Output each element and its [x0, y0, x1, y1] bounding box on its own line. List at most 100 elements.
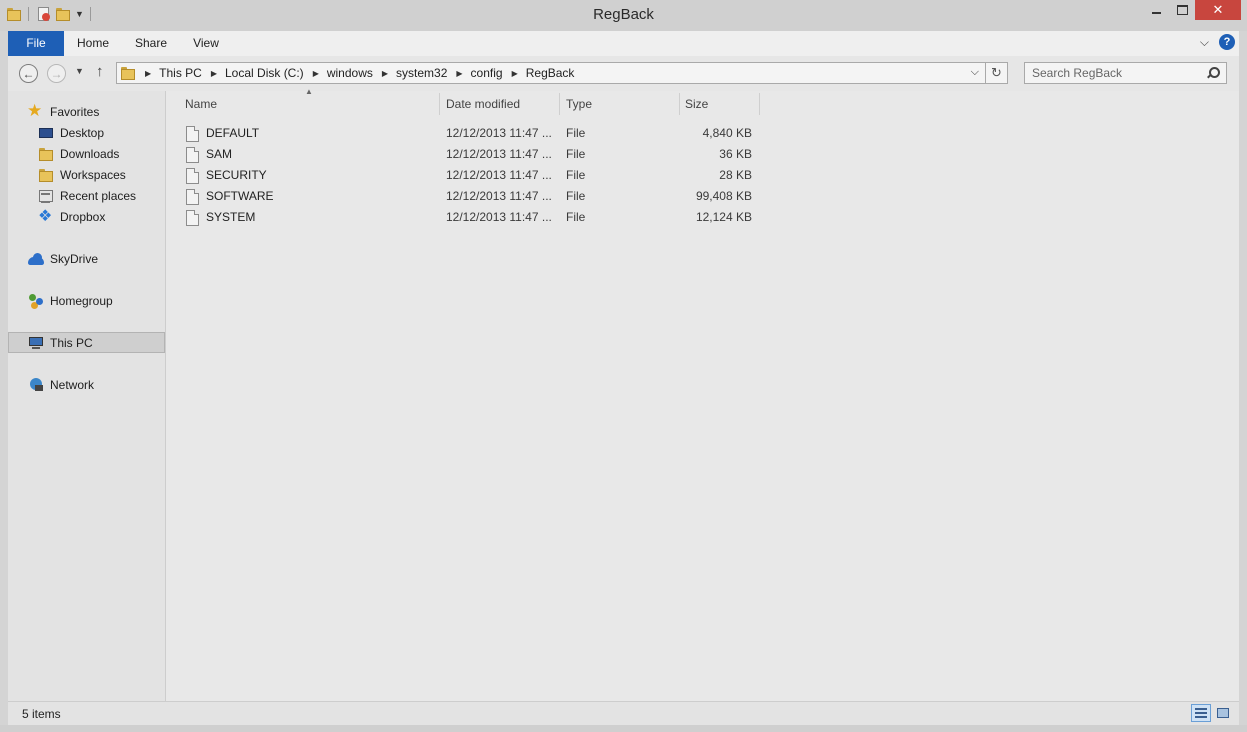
recent-places-icon — [38, 188, 54, 204]
minimize-button[interactable] — [1143, 0, 1169, 20]
nav-item-skydrive[interactable]: SkyDrive — [8, 248, 165, 269]
column-header-date-modified[interactable]: Date modified — [446, 91, 558, 118]
navigation-bar: ← → ▼ ↑ ▶ This PC ▶ Local Disk (C:) ▶ wi… — [8, 56, 1239, 91]
close-icon: ✕ — [1212, 2, 1224, 17]
tab-home[interactable]: Home — [68, 31, 118, 56]
file-date: 12/12/2013 11:47 ... — [446, 126, 552, 140]
nav-item-homegroup[interactable]: Homegroup — [8, 290, 165, 311]
file-icon — [186, 125, 199, 142]
column-header-type[interactable]: Type — [566, 91, 676, 118]
file-name: SECURITY — [206, 168, 267, 182]
nav-item-desktop[interactable]: Desktop — [8, 122, 165, 143]
file-row[interactable]: SYSTEM 12/12/2013 11:47 ... File 12,124 … — [166, 207, 766, 228]
expand-ribbon-chevron-icon[interactable]: ⌵ — [1200, 35, 1209, 50]
file-icon — [186, 188, 199, 205]
breadcrumb-separator-icon[interactable]: ▶ — [456, 69, 462, 78]
refresh-icon: ↻ — [991, 65, 1002, 80]
large-icons-view-button[interactable] — [1213, 704, 1233, 722]
column-divider[interactable] — [759, 93, 760, 115]
status-bar: 5 items — [8, 701, 1239, 726]
breadcrumb-separator-icon[interactable]: ▶ — [211, 69, 217, 78]
breadcrumb-this-pc[interactable]: This PC — [159, 66, 202, 80]
file-row[interactable]: SECURITY 12/12/2013 11:47 ... File 28 KB — [166, 165, 766, 186]
file-size: 36 KB — [719, 147, 752, 161]
breadcrumb-config[interactable]: config — [471, 66, 503, 80]
address-bar[interactable]: ▶ This PC ▶ Local Disk (C:) ▶ windows ▶ … — [116, 62, 986, 84]
file-row[interactable]: DEFAULT 12/12/2013 11:47 ... File 4,840 … — [166, 123, 766, 144]
tab-file[interactable]: File — [8, 31, 64, 56]
file-size: 4,840 KB — [702, 126, 752, 140]
file-size: 12,124 KB — [695, 210, 752, 224]
desktop-icon — [38, 125, 54, 141]
computer-icon — [28, 335, 44, 351]
details-view-button[interactable] — [1191, 704, 1211, 722]
column-divider[interactable] — [559, 93, 560, 115]
ribbon-tabs: File Home Share View ⌵ ? — [8, 31, 1239, 57]
file-date: 12/12/2013 11:47 ... — [446, 147, 552, 161]
nav-item-downloads[interactable]: Downloads — [8, 143, 165, 164]
window-controls: ✕ — [1143, 0, 1241, 20]
file-size: 28 KB — [719, 168, 752, 182]
dropbox-icon — [38, 206, 54, 226]
refresh-button[interactable]: ↻ — [986, 62, 1008, 84]
arrow-right-icon: → — [50, 66, 63, 81]
column-header-name[interactable]: Name — [185, 91, 437, 118]
back-button[interactable]: ← — [19, 64, 38, 83]
homegroup-icon — [28, 293, 44, 309]
file-name: SOFTWARE — [206, 189, 274, 203]
breadcrumb-separator-icon[interactable]: ▶ — [512, 69, 518, 78]
item-count: 5 items — [22, 707, 61, 721]
arrow-left-icon: ← — [22, 66, 35, 81]
nav-item-this-pc[interactable]: This PC — [8, 332, 165, 353]
column-header-size[interactable]: Size — [685, 91, 760, 118]
file-row[interactable]: SAM 12/12/2013 11:47 ... File 36 KB — [166, 144, 766, 165]
breadcrumb-separator-icon[interactable]: ▶ — [145, 69, 151, 78]
file-icon — [186, 167, 199, 184]
recent-locations-chevron-icon[interactable]: ▼ — [75, 66, 84, 76]
search-icon[interactable] — [1205, 66, 1220, 80]
breadcrumb-local-disk[interactable]: Local Disk (C:) — [225, 66, 304, 80]
nav-item-workspaces[interactable]: Workspaces — [8, 164, 165, 185]
close-button[interactable]: ✕ — [1195, 0, 1241, 20]
file-name-cell: SOFTWARE — [186, 186, 274, 207]
file-type: File — [566, 147, 586, 161]
breadcrumb-separator-icon[interactable]: ▶ — [313, 69, 319, 78]
nav-item-label: This PC — [50, 335, 93, 350]
file-size: 99,408 KB — [695, 189, 752, 203]
nav-item-recent-places[interactable]: Recent places — [8, 185, 165, 206]
window-frame — [0, 725, 1247, 732]
breadcrumb-separator-icon[interactable]: ▶ — [382, 69, 388, 78]
title-bar: ▼ RegBack ✕ — [0, 0, 1247, 31]
breadcrumb-windows[interactable]: windows — [327, 66, 373, 80]
window-title: RegBack — [593, 6, 654, 23]
help-icon[interactable]: ? — [1219, 34, 1235, 50]
search-input[interactable] — [1024, 62, 1227, 84]
file-row[interactable]: SOFTWARE 12/12/2013 11:47 ... File 99,40… — [166, 186, 766, 207]
cloud-icon — [28, 251, 44, 267]
nav-item-favorites[interactable]: Favorites — [8, 101, 165, 122]
maximize-button[interactable] — [1169, 0, 1195, 20]
column-divider[interactable] — [679, 93, 680, 115]
forward-button[interactable]: → — [47, 64, 66, 83]
ribbon-right-controls: ⌵ ? — [1200, 34, 1235, 50]
nav-item-label: Homegroup — [50, 293, 113, 308]
folder-icon — [120, 65, 136, 81]
large-icons-view-icon — [1217, 708, 1229, 718]
nav-item-label: Favorites — [50, 104, 100, 119]
breadcrumb-system32[interactable]: system32 — [396, 66, 447, 80]
breadcrumb-regback[interactable]: RegBack — [526, 66, 575, 80]
column-divider[interactable] — [439, 93, 440, 115]
file-name: SAM — [206, 147, 233, 161]
nav-item-dropbox[interactable]: Dropbox — [8, 206, 165, 227]
file-icon — [186, 209, 199, 226]
address-history-chevron-icon[interactable]: ⌵ — [971, 66, 979, 79]
nav-item-label: Workspaces — [60, 167, 126, 182]
file-type: File — [566, 210, 586, 224]
nav-item-network[interactable]: Network — [8, 374, 165, 395]
up-arrow-icon[interactable]: ↑ — [96, 63, 104, 80]
maximize-icon — [1176, 5, 1188, 15]
tab-share[interactable]: Share — [126, 31, 176, 56]
tab-view[interactable]: View — [182, 31, 230, 56]
details-view-icon — [1195, 708, 1207, 718]
file-type: File — [566, 168, 586, 182]
